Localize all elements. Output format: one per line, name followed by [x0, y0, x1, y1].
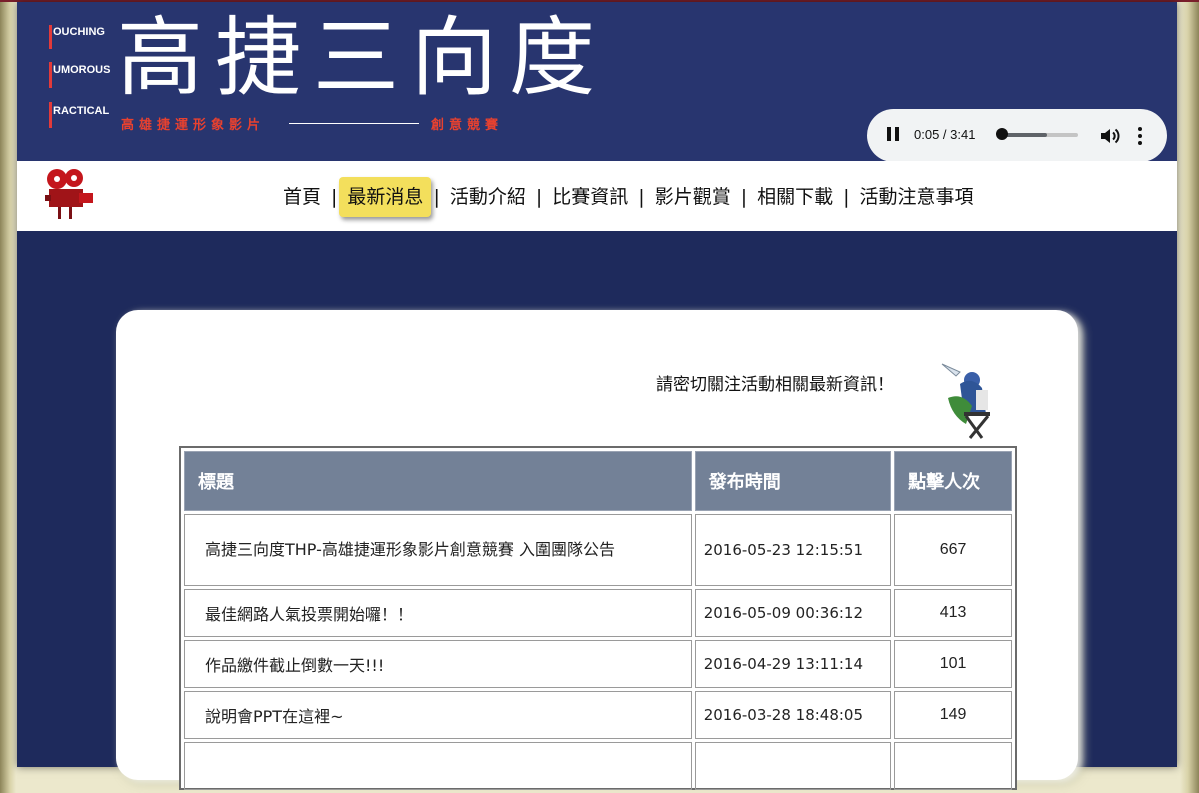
- audio-time: 0:05 / 3:41: [914, 127, 976, 142]
- logo-word-practical: RACTICAL: [53, 105, 110, 117]
- news-title-link[interactable]: 高捷三向度THP-高雄捷運形象影片創意競賽 入圍團隊公告: [184, 514, 692, 586]
- nav-item-contest-info[interactable]: 比賽資訊: [544, 177, 636, 217]
- logo-letter-t: [49, 25, 52, 49]
- news-table-wrapper: 標題 發布時間 點擊人次 高捷三向度THP-高雄捷運形象影片創意競賽 入圍團隊公…: [179, 446, 1017, 790]
- page-frame: OUCHING UMOROUS RACTICAL 高捷三向度 高雄捷運形象影片 …: [17, 2, 1177, 790]
- column-header-clicks: 點擊人次: [894, 451, 1012, 511]
- director-mascot-icon: [938, 358, 1002, 444]
- audio-seek-bar[interactable]: [1000, 133, 1078, 137]
- click-count: 413: [894, 589, 1012, 637]
- volume-icon[interactable]: [1099, 126, 1121, 146]
- logo-subtitle-right: 創意競賽: [431, 118, 504, 133]
- logo-subtitle-left: 高雄捷運形象影片: [121, 118, 266, 133]
- nav-separator: |: [843, 186, 850, 208]
- more-options-icon[interactable]: [1137, 126, 1143, 146]
- audio-player: 0:05 / 3:41: [867, 109, 1167, 162]
- column-header-date: 發布時間: [694, 451, 892, 511]
- logo-letter-h: [49, 62, 52, 88]
- logo-title: 高捷三向度: [117, 8, 607, 108]
- publish-date: 2016-03-28 18:48:05: [694, 691, 892, 739]
- publish-date: 2016-05-09 00:36:12: [694, 589, 892, 637]
- table-row[interactable]: 高捷三向度THP-高雄捷運形象影片創意競賽 入圍團隊公告 2016-05-23 …: [184, 514, 1012, 586]
- site-header: OUCHING UMOROUS RACTICAL 高捷三向度 高雄捷運形象影片 …: [17, 2, 1177, 162]
- nav-item-latest-news[interactable]: 最新消息: [339, 177, 432, 217]
- film-camera-icon: [41, 165, 97, 221]
- table-row[interactable]: [184, 742, 1012, 790]
- nav-item-notices[interactable]: 活動注意事項: [852, 177, 982, 217]
- column-header-title: 標題: [184, 451, 692, 511]
- nav-item-home[interactable]: 首頁: [275, 177, 329, 217]
- publish-date: 2016-04-29 13:11:14: [694, 640, 892, 688]
- audio-seek-thumb[interactable]: [995, 128, 1008, 140]
- logo-word-humorous: UMOROUS: [53, 64, 111, 76]
- nav-separator: |: [638, 186, 645, 208]
- click-count: [894, 742, 1012, 790]
- nav-item-downloads[interactable]: 相關下載: [749, 177, 841, 217]
- news-table: 標題 發布時間 點擊人次 高捷三向度THP-高雄捷運形象影片創意競賽 入圍團隊公…: [181, 448, 1015, 793]
- table-row[interactable]: 作品繳件截止倒數一天!!! 2016-04-29 13:11:14 101: [184, 640, 1012, 688]
- content-panel: 請密切關注活動相關最新資訊！ 標題 發布時間 點擊人次 高捷三向度THP-高雄捷…: [116, 310, 1078, 790]
- click-count: 101: [894, 640, 1012, 688]
- table-row[interactable]: 說明會PPT在這裡~ 2016-03-28 18:48:05 149: [184, 691, 1012, 739]
- news-title-link[interactable]: [184, 742, 692, 790]
- news-title-link[interactable]: 最佳網路人氣投票開始囉！！: [184, 589, 692, 637]
- table-row[interactable]: 最佳網路人氣投票開始囉！！ 2016-05-09 00:36:12 413: [184, 589, 1012, 637]
- pause-icon[interactable]: [887, 127, 901, 143]
- nav-separator: |: [535, 186, 543, 208]
- publish-date: 2016-05-23 12:15:51: [694, 514, 892, 586]
- nav-item-event-intro[interactable]: 活動介紹: [442, 177, 534, 217]
- click-count: 667: [894, 514, 1012, 586]
- logo-divider: [289, 123, 419, 124]
- nav-separator: |: [433, 186, 440, 208]
- notice-text: 請密切關注活動相關最新資訊！: [656, 375, 894, 395]
- nav-separator: |: [740, 186, 748, 208]
- main-nav: 首頁 | 最新消息 | 活動介紹 | 比賽資訊 | 影片觀賞 | 相關下載 | …: [275, 177, 982, 217]
- click-count: 149: [894, 691, 1012, 739]
- news-title-link[interactable]: 說明會PPT在這裡~: [184, 691, 692, 739]
- nav-separator: |: [331, 186, 338, 208]
- news-title-link[interactable]: 作品繳件截止倒數一天!!!: [184, 640, 692, 688]
- logo-letter-p: [49, 102, 52, 128]
- logo-word-touching: OUCHING: [53, 26, 105, 38]
- nav-bar: 首頁 | 最新消息 | 活動介紹 | 比賽資訊 | 影片觀賞 | 相關下載 | …: [17, 161, 1177, 231]
- nav-item-video-gallery[interactable]: 影片觀賞: [647, 177, 739, 217]
- table-header-row: 標題 發布時間 點擊人次: [184, 451, 1012, 511]
- publish-date: [694, 742, 892, 790]
